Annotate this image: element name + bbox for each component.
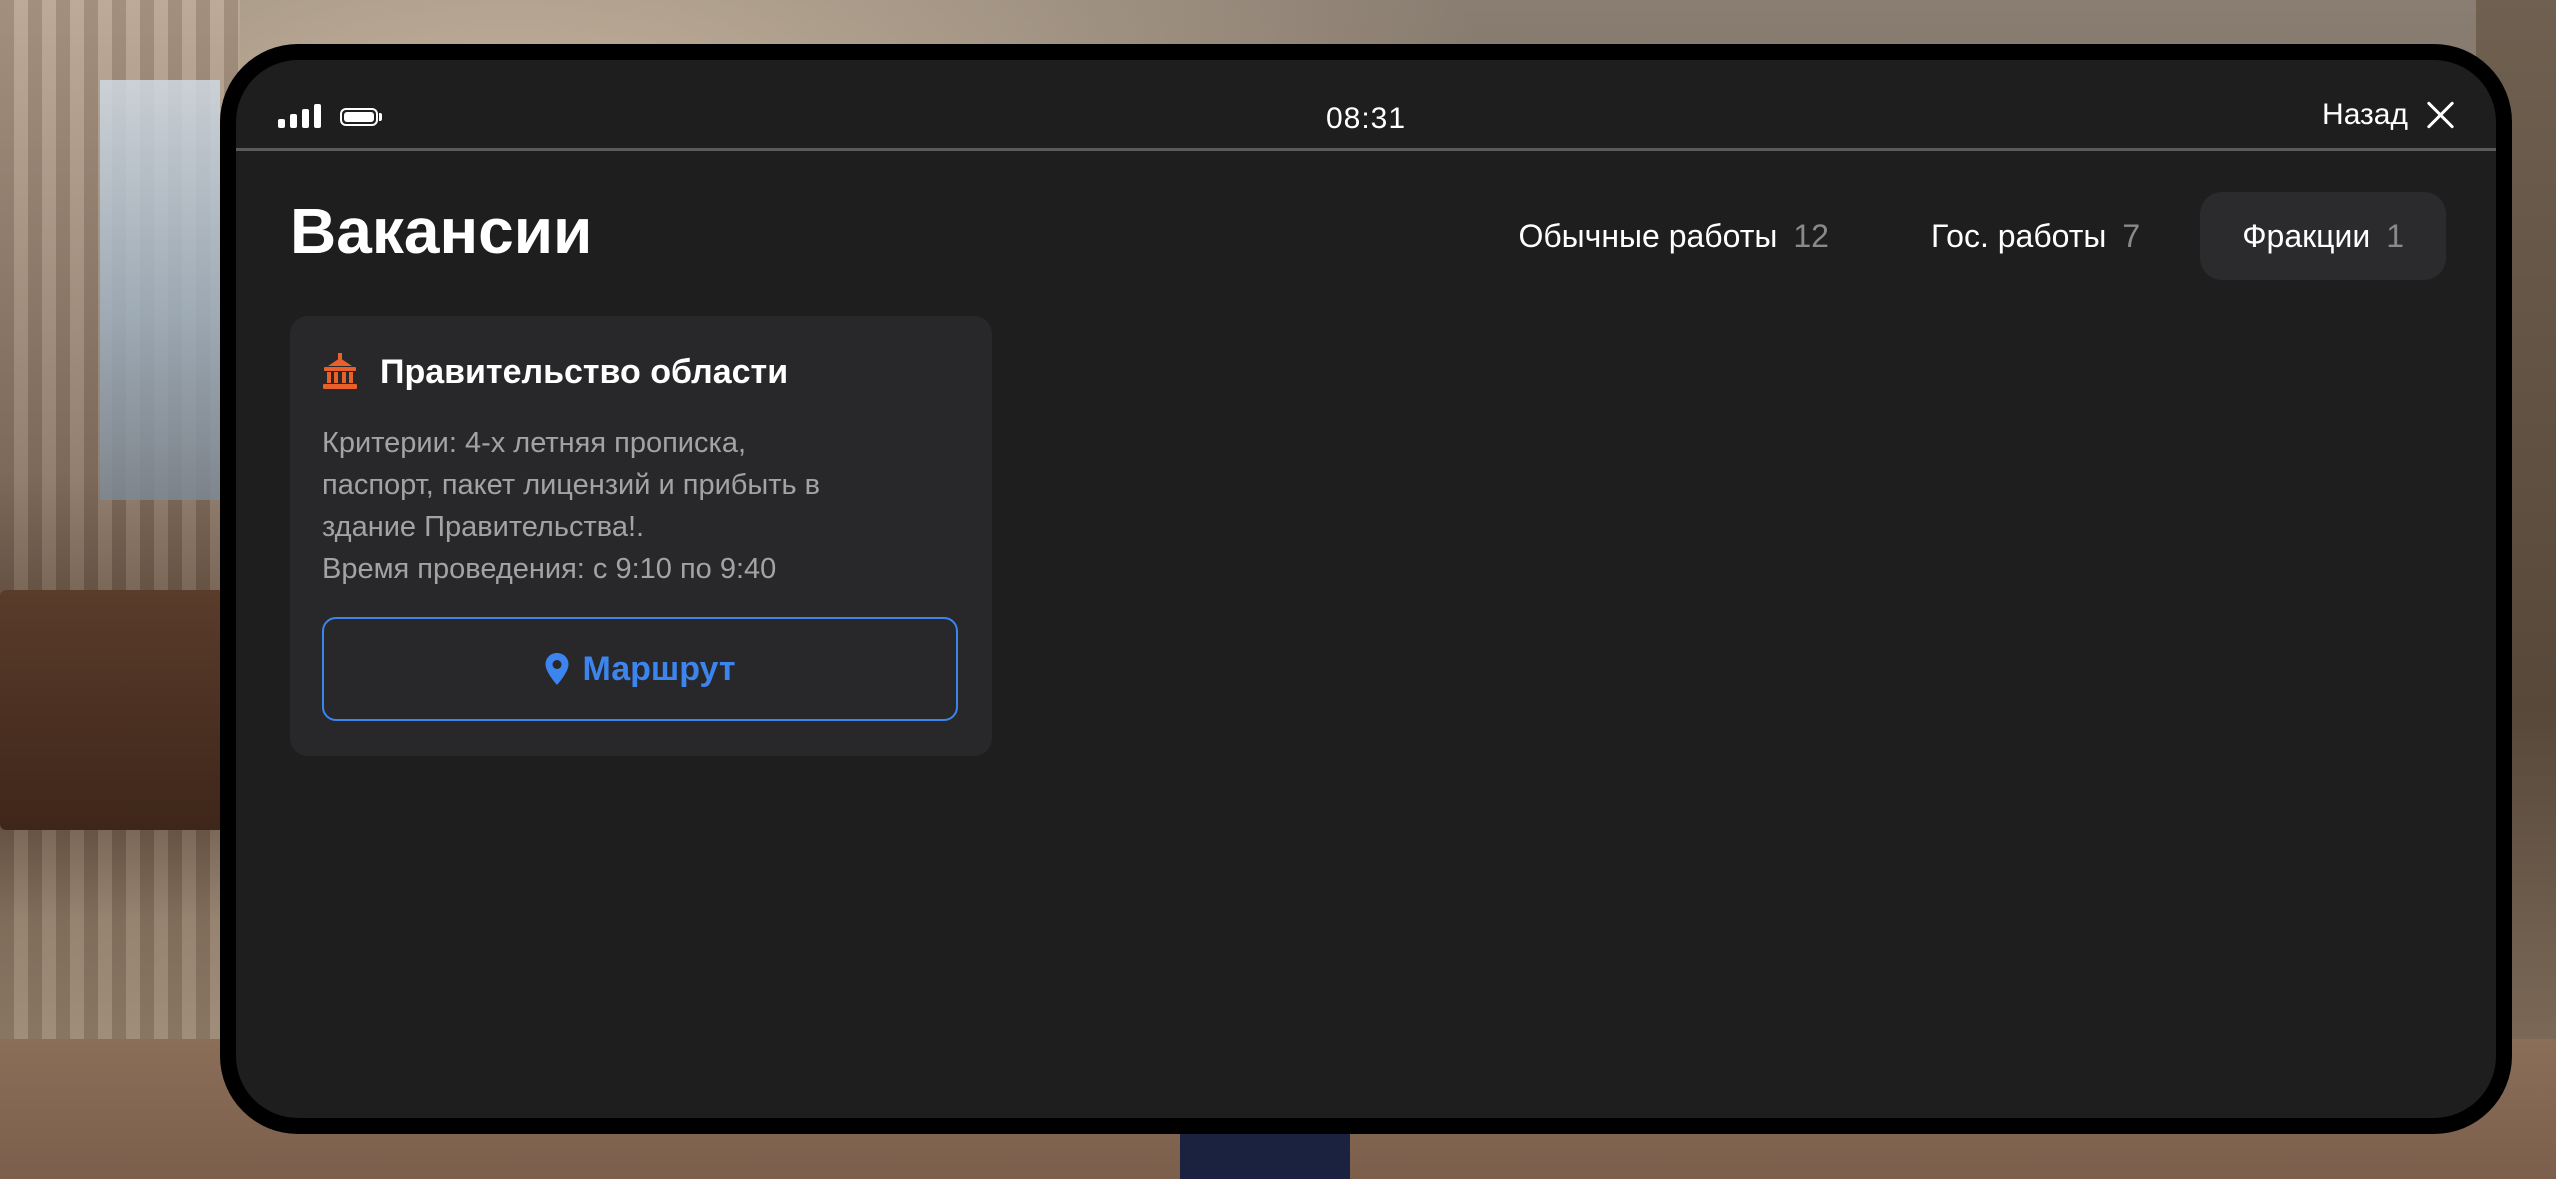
- tab-count: 7: [2122, 217, 2141, 254]
- description-line: здание Правительства!.: [322, 511, 645, 543]
- background-desk: [0, 590, 230, 830]
- vacancy-card: Правительство области Критерии: 4-х летн…: [290, 316, 992, 756]
- description-line: паспорт, пакет лицензий и прибыть в: [322, 469, 821, 501]
- status-bar: 08:31 Назад: [236, 60, 2496, 150]
- tab-count: 1: [2386, 217, 2404, 254]
- route-label: Маршрут: [582, 649, 736, 688]
- route-button[interactable]: Маршрут: [322, 617, 958, 721]
- back-button[interactable]: Назад: [2322, 98, 2456, 132]
- card-title: Правительство области: [380, 352, 789, 391]
- phone-frame: 08:31 Назад Вакансии Обычные работы 12 Г…: [220, 44, 2512, 1134]
- tab-government-jobs[interactable]: Гос. работы 7: [1889, 192, 2182, 280]
- header-divider: [236, 148, 2496, 151]
- description-line: Время проведения: с 9:10 по 9:40: [322, 553, 777, 585]
- status-time: 08:31: [1325, 102, 1407, 135]
- back-label: Назад: [2322, 98, 2408, 131]
- government-building-icon: [323, 353, 357, 389]
- tab-label: Гос. работы: [1930, 217, 2107, 254]
- vacancy-tabs: Обычные работы 12 Гос. работы 7 Фракции …: [1476, 192, 2446, 280]
- map-pin-icon: [545, 653, 569, 685]
- tab-factions[interactable]: Фракции 1: [2200, 192, 2446, 280]
- phone-screen: 08:31 Назад Вакансии Обычные работы 12 Г…: [236, 60, 2496, 1118]
- description-line: Критерии: 4-х летняя прописка,: [322, 427, 747, 459]
- tab-count: 12: [1793, 217, 1829, 254]
- page-title: Вакансии: [290, 195, 593, 267]
- tab-regular-jobs[interactable]: Обычные работы 12: [1476, 192, 1871, 280]
- background-window: [100, 80, 220, 500]
- card-header: Правительство области: [320, 352, 788, 392]
- close-icon[interactable]: [2426, 100, 2456, 130]
- tab-label: Обычные работы: [1518, 217, 1778, 254]
- card-description: Критерии: 4-х летняя прописка, паспорт, …: [322, 422, 962, 590]
- tab-label: Фракции: [2242, 217, 2371, 254]
